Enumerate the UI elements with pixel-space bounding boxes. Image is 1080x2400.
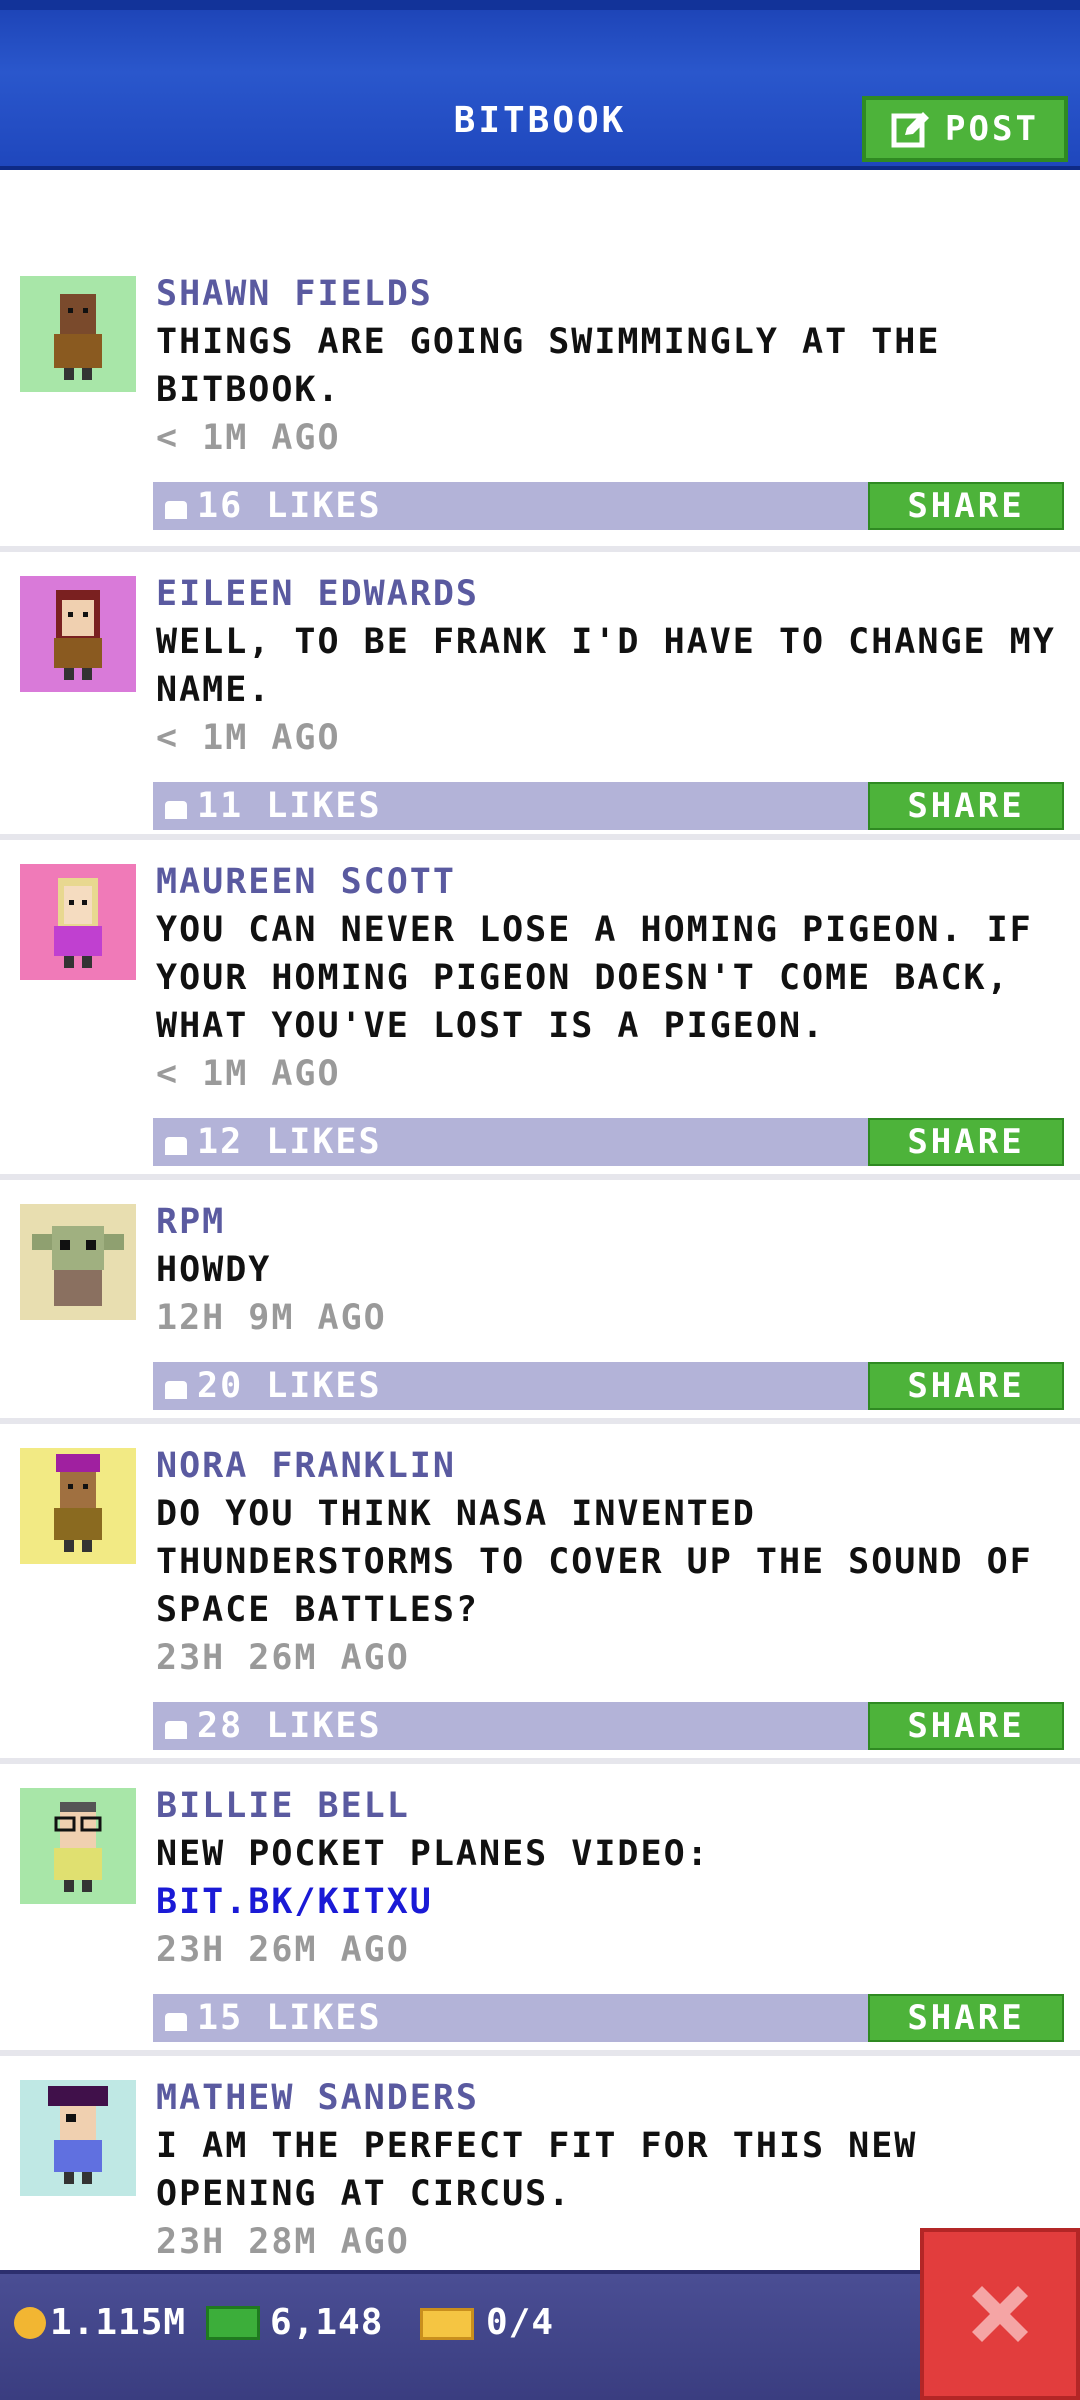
alien-icon xyxy=(32,1226,124,1306)
feed-post: RPM HOWDY 12H 9M AGO 20 LIKES SHARE xyxy=(0,1180,1080,1424)
post-time: < 1M AGO xyxy=(156,718,341,758)
like-count: 15 LIKES xyxy=(197,1998,382,2038)
share-button[interactable]: SHARE xyxy=(868,1118,1064,1166)
post-time: 23H 26M AGO xyxy=(156,1930,410,1970)
like-bar: 20 LIKES SHARE xyxy=(153,1362,1064,1410)
close-icon xyxy=(972,2286,1028,2342)
coins-value: 1.115M xyxy=(50,2302,187,2343)
post-text: NEW POCKET PLANES VIDEO: xyxy=(156,1834,710,1874)
feed-post: BILLIE BELL NEW POCKET PLANES VIDEO: BIT… xyxy=(0,1764,1080,2056)
coin-icon xyxy=(14,2307,46,2339)
person-icon xyxy=(54,878,102,968)
like-button[interactable]: 11 LIKES xyxy=(165,782,382,830)
post-button[interactable]: POST xyxy=(862,96,1068,162)
person-icon xyxy=(54,1454,102,1552)
like-bar: 15 LIKES SHARE xyxy=(153,1994,1064,2042)
feed-post: MAUREEN SCOTT YOU CAN NEVER LOSE A HOMIN… xyxy=(0,840,1080,1180)
feed: SHAWN FIELDS THINGS ARE GOING SWIMMINGLY… xyxy=(0,270,1080,2276)
like-bar: 11 LIKES SHARE xyxy=(153,782,1064,830)
post-text: DO YOU THINK NASA INVENTED THUNDERSTORMS… xyxy=(156,1494,1033,1630)
post-text: THINGS ARE GOING SWIMMINGLY AT THE BITBO… xyxy=(156,322,941,410)
bux-value: 6,148 xyxy=(270,2302,384,2343)
post-time: 23H 26M AGO xyxy=(156,1638,410,1678)
like-bar: 12 LIKES SHARE xyxy=(153,1118,1064,1166)
post-author[interactable]: NORA FRANKLIN xyxy=(156,1442,1064,1490)
thumbs-up-icon xyxy=(165,2013,187,2031)
like-bar: 28 LIKES SHARE xyxy=(153,1702,1064,1750)
bux-stat: 6,148 xyxy=(206,2302,383,2343)
ticket-icon xyxy=(420,2308,474,2340)
post-time: < 1M AGO xyxy=(156,1054,341,1094)
top-bar: BITBOOK POST xyxy=(0,0,1080,170)
like-button[interactable]: 20 LIKES xyxy=(165,1362,382,1410)
person-icon xyxy=(54,1802,102,1892)
feed-post: SHAWN FIELDS THINGS ARE GOING SWIMMINGLY… xyxy=(0,270,1080,552)
like-button[interactable]: 28 LIKES xyxy=(165,1702,382,1750)
post-time: 12H 9M AGO xyxy=(156,1298,387,1338)
avatar[interactable] xyxy=(20,1204,136,1320)
share-button[interactable]: SHARE xyxy=(868,1362,1064,1410)
post-text: WELL, TO BE FRANK I'D HAVE TO CHANGE MY … xyxy=(156,622,1056,710)
post-time: < 1M AGO xyxy=(156,418,341,458)
like-count: 11 LIKES xyxy=(197,786,382,826)
avatar[interactable] xyxy=(20,1788,136,1904)
avatar[interactable] xyxy=(20,2080,136,2196)
close-button[interactable] xyxy=(920,2228,1080,2400)
post-text: YOU CAN NEVER LOSE A HOMING PIGEON. IF Y… xyxy=(156,910,1033,1046)
tickets-value: 0/4 xyxy=(486,2302,555,2343)
post-author[interactable]: SHAWN FIELDS xyxy=(156,270,1064,318)
share-button[interactable]: SHARE xyxy=(868,482,1064,530)
post-link[interactable]: BIT.BK/KITXU xyxy=(156,1882,433,1922)
like-count: 20 LIKES xyxy=(197,1366,382,1406)
pirate-icon xyxy=(48,2086,108,2184)
coins-stat: 1.115M xyxy=(14,2302,186,2343)
post-author[interactable]: BILLIE BELL xyxy=(156,1782,1064,1830)
post-author[interactable]: MAUREEN SCOTT xyxy=(156,858,1064,906)
thumbs-up-icon xyxy=(165,801,187,819)
post-button-label: POST xyxy=(945,109,1039,149)
like-count: 28 LIKES xyxy=(197,1706,382,1746)
post-author[interactable]: EILEEN EDWARDS xyxy=(156,570,1064,618)
feed-post: NORA FRANKLIN DO YOU THINK NASA INVENTED… xyxy=(0,1424,1080,1764)
avatar[interactable] xyxy=(20,864,136,980)
share-button[interactable]: SHARE xyxy=(868,1702,1064,1750)
thumbs-up-icon xyxy=(165,1137,187,1155)
feed-post: EILEEN EDWARDS WELL, TO BE FRANK I'D HAV… xyxy=(0,552,1080,840)
like-button[interactable]: 15 LIKES xyxy=(165,1994,382,2042)
like-button[interactable]: 12 LIKES xyxy=(165,1118,382,1166)
thumbs-up-icon xyxy=(165,1721,187,1739)
avatar[interactable] xyxy=(20,1448,136,1564)
post-text: I AM THE PERFECT FIT FOR THIS NEW OPENIN… xyxy=(156,2126,918,2214)
share-button[interactable]: SHARE xyxy=(868,1994,1064,2042)
status-bar: 1.115M 6,148 0/4 xyxy=(0,2270,1080,2400)
like-count: 12 LIKES xyxy=(197,1122,382,1162)
avatar[interactable] xyxy=(20,576,136,692)
avatar[interactable] xyxy=(20,276,136,392)
compose-icon xyxy=(891,112,930,148)
like-count: 16 LIKES xyxy=(197,486,382,526)
post-text: HOWDY xyxy=(156,1250,272,1290)
post-author[interactable]: RPM xyxy=(156,1198,1064,1246)
person-icon xyxy=(54,590,102,680)
like-button[interactable]: 16 LIKES xyxy=(165,482,382,530)
like-bar: 16 LIKES SHARE xyxy=(153,482,1064,530)
thumbs-up-icon xyxy=(165,1381,187,1399)
share-button[interactable]: SHARE xyxy=(868,782,1064,830)
post-author[interactable]: MATHEW SANDERS xyxy=(156,2074,1064,2122)
feed-post: MATHEW SANDERS I AM THE PERFECT FIT FOR … xyxy=(0,2056,1080,2276)
tickets-stat: 0/4 xyxy=(420,2302,554,2343)
thumbs-up-icon xyxy=(165,501,187,519)
bux-icon xyxy=(206,2306,260,2340)
person-icon xyxy=(54,294,102,380)
